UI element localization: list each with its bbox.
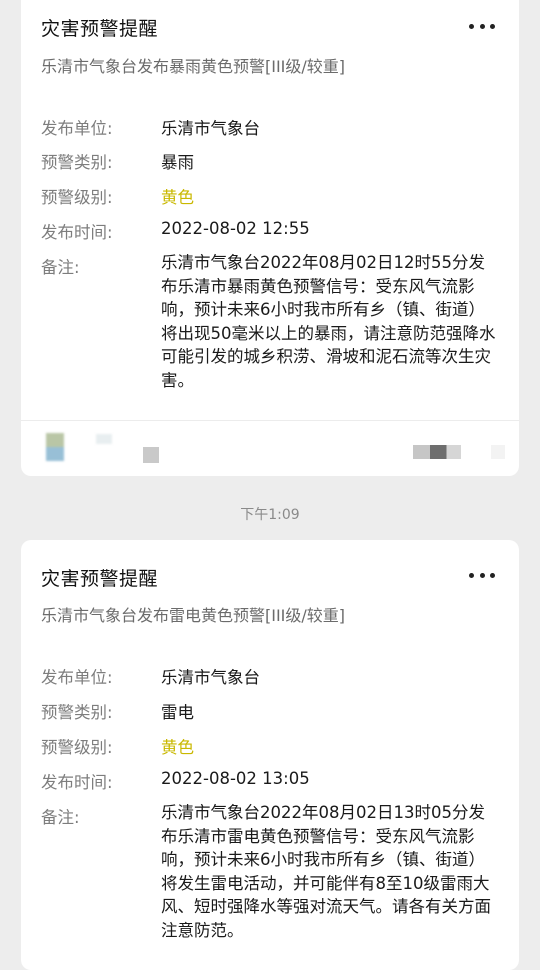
source-name-blur [143,447,159,463]
more-dots-icon[interactable] [469,571,495,579]
field-value: 乐清市气象台2022年08月02日12时55分发布乐清市暴雨黄色预警信号：受东风… [161,253,496,390]
field-label: 发布单位: [41,119,113,138]
field-value: 乐清市气象台2022年08月02日13时05分发布乐清市雷电黄色预警信号：受东风… [161,803,491,940]
alert-card-rainstorm[interactable]: 灾害预警提醒 乐清市气象台发布暴雨黄色预警[III级/较重] 发布单位: 乐清市… [21,0,519,476]
field-value: 2022-08-02 12:55 [161,219,310,238]
field-label: 备注: [41,808,80,827]
field-label: 预警级别: [41,738,113,757]
source-name-blur [96,434,112,444]
field-label: 预警级别: [41,188,113,207]
field-value: 黄色 [161,738,194,757]
field-label: 发布时间: [41,223,113,242]
field-label: 发布单位: [41,668,113,687]
field-value: 暴雨 [161,153,194,172]
field-label: 备注: [41,258,80,277]
footer-link-blur [413,445,461,459]
divider [21,420,519,421]
footer-arrow-blur [491,445,505,459]
alert-card-thunder[interactable]: 灾害预警提醒 乐清市气象台发布雷电黄色预警[III级/较重] 发布单位: 乐清市… [21,540,519,970]
field-value: 乐清市气象台 [161,119,260,138]
card-subtitle: 乐清市气象台发布雷电黄色预警[III级/较重] [41,606,346,625]
card-title: 灾害预警提醒 [41,18,159,40]
card-title: 灾害预警提醒 [41,568,159,590]
source-logo [46,433,64,461]
field-label: 发布时间: [41,773,113,792]
card-subtitle: 乐清市气象台发布暴雨黄色预警[III级/较重] [41,57,346,76]
more-dots-icon[interactable] [469,22,495,30]
field-value: 乐清市气象台 [161,668,260,687]
field-label: 预警类别: [41,153,113,172]
field-label: 预警类别: [41,703,113,722]
message-timestamp: 下午1:09 [240,507,300,523]
field-value: 2022-08-02 13:05 [161,769,310,788]
field-value: 黄色 [161,188,194,207]
field-value: 雷电 [161,703,194,722]
